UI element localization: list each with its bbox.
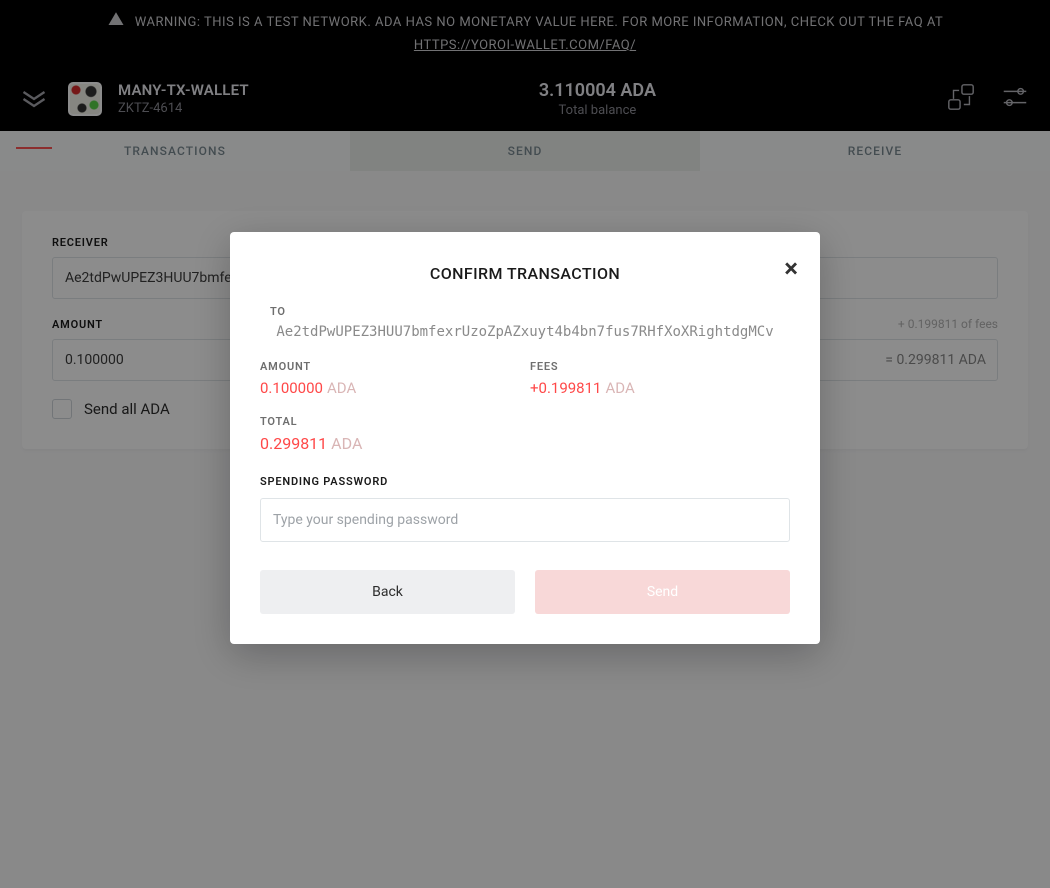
total-unit: ADA [331, 434, 362, 453]
confirm-transaction-modal: CONFIRM TRANSACTION × TO Ae2tdPwUPEZ3HUU… [230, 232, 820, 644]
spending-password-label: SPENDING PASSWORD [260, 475, 790, 488]
spending-password-input[interactable] [260, 498, 790, 542]
amount-unit: ADA [327, 379, 356, 397]
fees-value: +0.199811 [530, 379, 601, 397]
send-button[interactable]: Send [535, 570, 790, 614]
amount-value-modal: 0.100000 [260, 379, 323, 397]
total-value: 0.299811 [260, 434, 327, 453]
to-address: Ae2tdPwUPEZ3HUU7bmfexrUzoZpAZxuyt4b4bn7f… [260, 324, 790, 340]
fees-unit: ADA [605, 379, 634, 397]
fees-label: FEES [530, 360, 790, 373]
to-label: TO [260, 305, 790, 318]
back-button[interactable]: Back [260, 570, 515, 614]
close-icon[interactable]: × [784, 256, 798, 282]
total-label: TOTAL [260, 415, 790, 428]
modal-title: CONFIRM TRANSACTION [260, 264, 790, 283]
amount-label-modal: AMOUNT [260, 360, 520, 373]
